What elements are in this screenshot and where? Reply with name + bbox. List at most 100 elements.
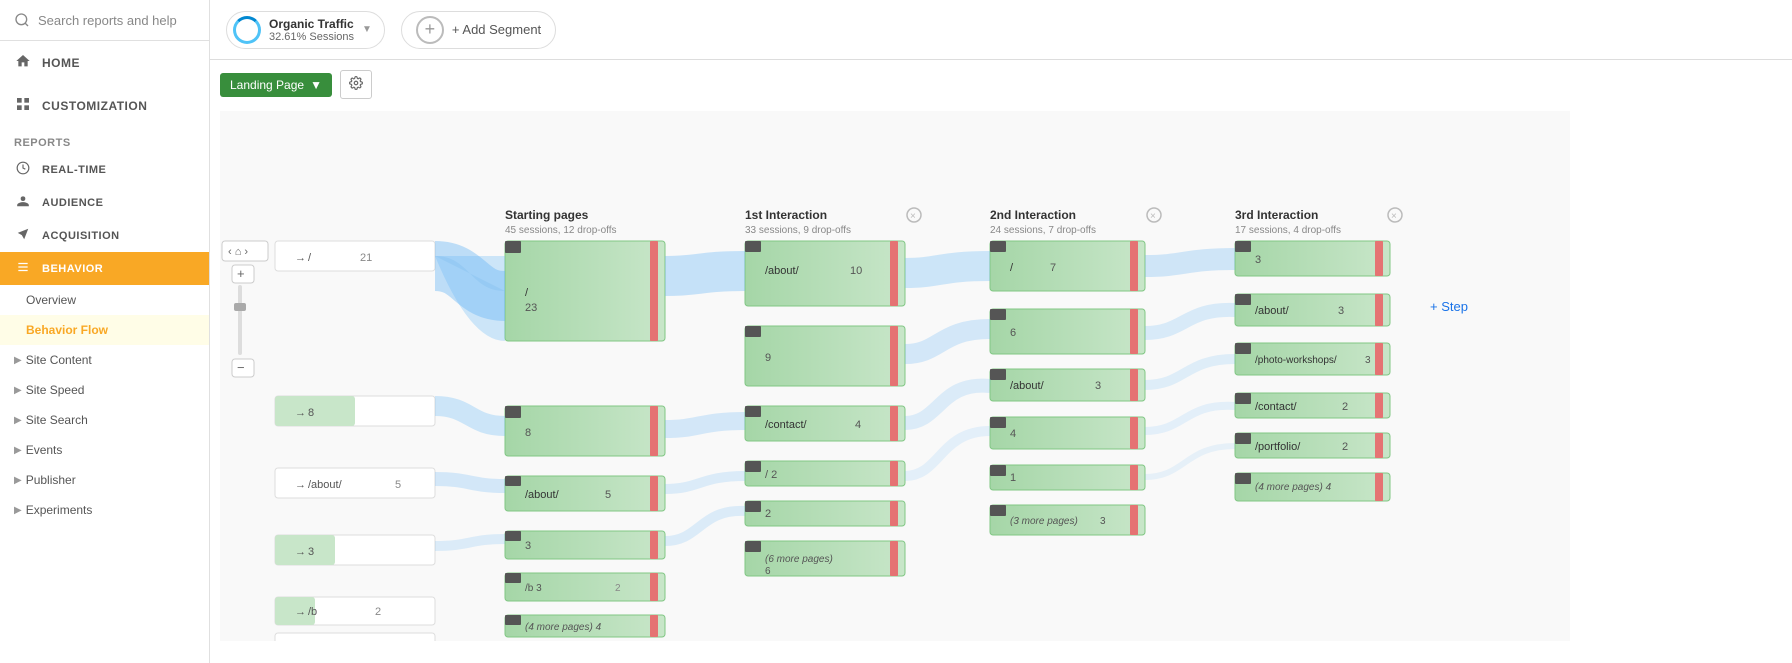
sidebar-item-customization[interactable]: CUSTOMIZATION [0,84,209,127]
sidebar-sub-site-speed[interactable]: ▶ Site Speed [0,375,209,405]
sidebar-behavior-flow-label: Behavior Flow [26,323,108,337]
main-content: Organic Traffic 32.61% Sessions ▼ + + Ad… [210,0,1792,663]
add-segment-button[interactable]: + + Add Segment [401,11,556,49]
svg-text:‹ ⌂ ›: ‹ ⌂ › [228,246,248,258]
sidebar-overview-label: Overview [26,293,76,307]
svg-text:Starting pages: Starting pages [505,208,589,222]
svg-text:/contact/: /contact/ [1255,401,1298,413]
svg-text:3: 3 [525,540,531,552]
reports-section-header: Reports [0,127,209,153]
sidebar-sub-site-content[interactable]: ▶ Site Content [0,345,209,375]
svg-text:10: 10 [850,265,862,277]
svg-text:8: 8 [308,407,314,419]
flow-controls: Landing Page ▼ [220,70,1782,99]
svg-text:4: 4 [1010,428,1016,440]
sidebar-item-behavior[interactable]: BEHAVIOR [0,252,209,285]
sidebar-events-label: Events [26,443,63,457]
sidebar: Search reports and help HOME CUSTOMIZATI… [0,0,210,663]
svg-text:3: 3 [1365,355,1371,366]
svg-text:23: 23 [525,302,537,314]
svg-text:2: 2 [375,606,381,618]
sidebar-sub-site-search[interactable]: ▶ Site Search [0,405,209,435]
svg-text:2: 2 [765,508,771,520]
flow-diagram: ‹ ⌂ › + − → / 2 1 → 8 → [220,111,1570,641]
svg-text:5: 5 [605,489,611,501]
chevron-right-icon-6: ▶ [14,505,22,516]
svg-text:(3 more pages): (3 more pages) [1010,516,1078,527]
organic-traffic-segment[interactable]: Organic Traffic 32.61% Sessions ▼ [226,11,385,49]
sidebar-realtime-label: REAL-TIME [42,164,106,176]
search-placeholder: Search reports and help [38,13,177,28]
sidebar-item-realtime[interactable]: REAL-TIME [0,153,209,186]
chevron-right-icon-5: ▶ [14,475,22,486]
svg-text:3: 3 [1100,516,1106,527]
segment-bar: Organic Traffic 32.61% Sessions ▼ + + Ad… [210,0,1792,60]
svg-text:/about/: /about/ [1255,305,1290,317]
sidebar-sub-behavior-flow[interactable]: Behavior Flow [0,315,209,345]
svg-text:(6 more pages): (6 more pages) [765,554,833,565]
landing-page-label: Landing Page [230,78,304,92]
svg-text:+ Step: + Step [1430,299,1468,314]
sidebar-sub-publisher[interactable]: ▶ Publisher [0,465,209,495]
segment-info: Organic Traffic 32.61% Sessions [269,17,354,43]
svg-text:×: × [1150,211,1156,222]
realtime-icon [14,161,32,178]
sidebar-customization-label: CUSTOMIZATION [42,99,147,113]
flow-background-svg: ‹ ⌂ › + − → / 2 1 → 8 → [220,111,1570,641]
sidebar-publisher-label: Publisher [26,473,76,487]
flow-area[interactable]: Landing Page ▼ ‹ ⌂ › + [210,60,1792,663]
svg-text:3: 3 [1095,380,1101,392]
svg-text:(4 more pages) 4: (4 more pages) 4 [1255,482,1332,493]
audience-icon [14,194,32,211]
sidebar-item-home[interactable]: HOME [0,41,209,84]
landing-dropdown-chevron: ▼ [310,78,322,92]
svg-text:+: + [237,266,245,281]
svg-text:3: 3 [1255,254,1261,266]
segment-circle [233,16,261,44]
sidebar-sub-events[interactable]: ▶ Events [0,435,209,465]
svg-text:2nd Interaction: 2nd Interaction [990,208,1076,222]
svg-text:(4 more pages) 4: (4 more pages) 4 [525,622,602,633]
grid-icon [14,96,32,115]
chevron-right-icon-3: ▶ [14,415,22,426]
svg-text:2: 2 [615,583,621,594]
svg-text:8: 8 [525,427,531,439]
chevron-right-icon: ▶ [14,355,22,366]
sidebar-experiments-label: Experiments [26,503,93,517]
svg-text:×: × [1391,211,1397,222]
segment-name: Organic Traffic [269,17,354,31]
sidebar-audience-label: AUDIENCE [42,197,103,209]
chevron-right-icon-4: ▶ [14,445,22,456]
svg-text:4: 4 [855,419,861,431]
svg-text:9: 9 [765,352,771,364]
svg-text:→: → [295,479,306,491]
svg-text:1: 1 [1010,472,1016,484]
svg-text:3: 3 [308,546,314,558]
svg-text:2: 2 [1342,441,1348,453]
svg-text:/ 2: / 2 [765,469,777,481]
svg-text:7: 7 [1050,262,1056,274]
landing-page-dropdown[interactable]: Landing Page ▼ [220,73,332,97]
svg-text:−: − [237,360,245,375]
sidebar-item-acquisition[interactable]: ACQUISITION [0,219,209,252]
chevron-right-icon-2: ▶ [14,385,22,396]
svg-text:→: → [295,606,306,618]
sidebar-behavior-label: BEHAVIOR [42,263,103,275]
home-icon [14,53,32,72]
svg-text:17 sessions, 4 drop-offs: 17 sessions, 4 drop-offs [1235,225,1341,236]
add-segment-label: + Add Segment [452,22,541,37]
svg-text:3: 3 [1338,305,1344,317]
svg-text:/contact/: /contact/ [765,419,808,431]
gear-button[interactable] [340,70,372,99]
svg-text:45 sessions, 12 drop-offs: 45 sessions, 12 drop-offs [505,225,617,236]
sidebar-sub-experiments[interactable]: ▶ Experiments [0,495,209,525]
sidebar-site-search-label: Site Search [26,413,88,427]
search-bar[interactable]: Search reports and help [0,0,209,41]
sidebar-sub-overview[interactable]: Overview [0,285,209,315]
svg-text:/about/: /about/ [765,265,800,277]
svg-text:→: → [295,252,306,264]
behavior-icon [14,260,32,277]
sidebar-item-audience[interactable]: AUDIENCE [0,186,209,219]
segment-chevron-icon: ▼ [362,24,372,35]
sidebar-home-label: HOME [42,56,80,70]
